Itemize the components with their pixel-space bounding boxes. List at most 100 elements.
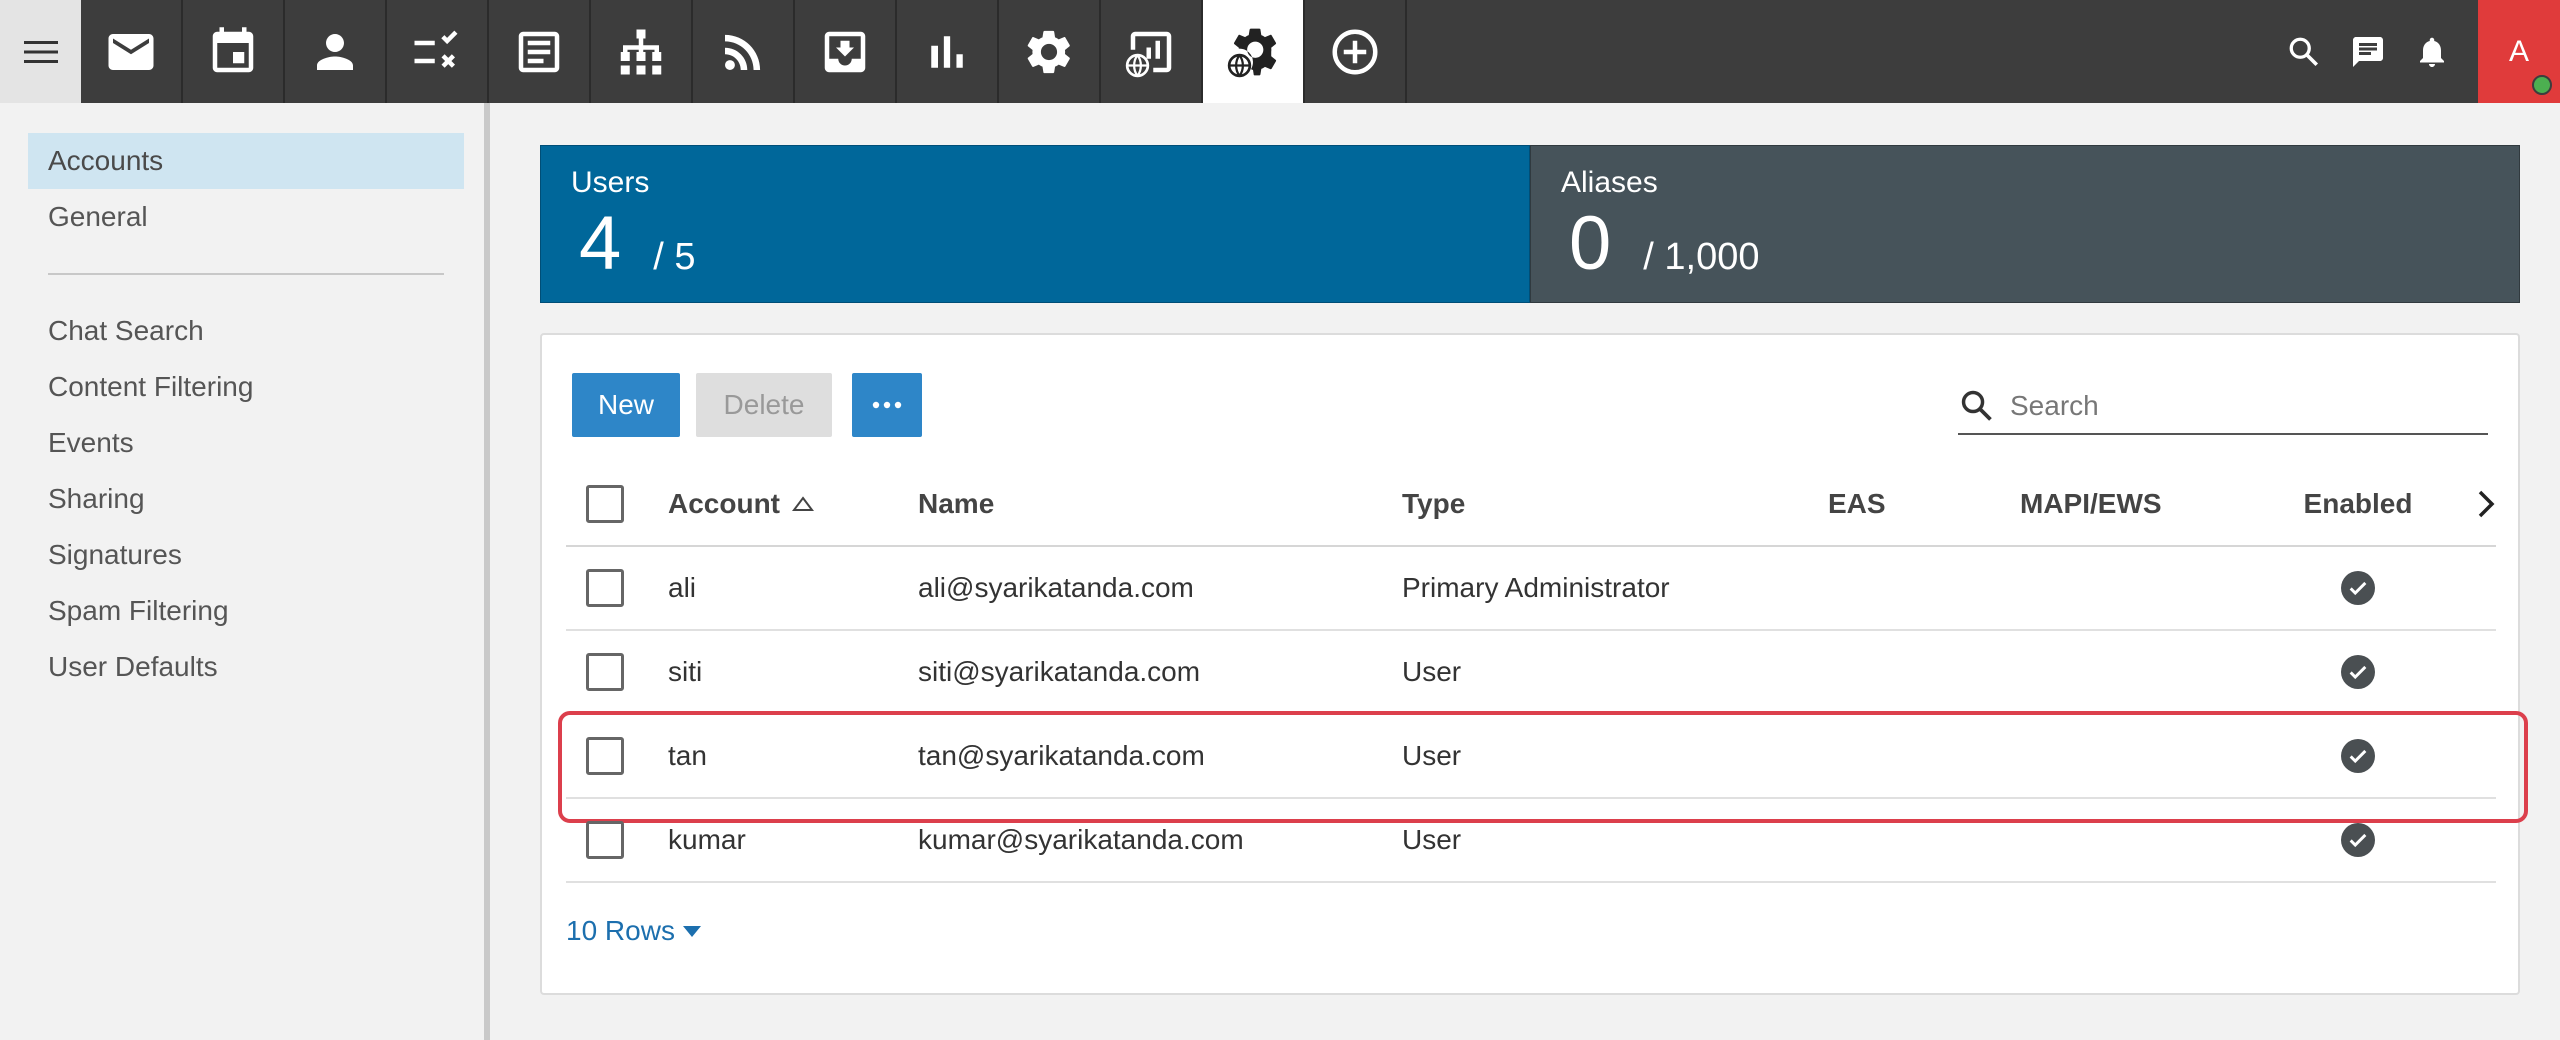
- cell-enabled: [2304, 799, 2412, 881]
- table-row[interactable]: kumar kumar@syarikatanda.com User: [566, 799, 2496, 883]
- sidebar-item-spam-filtering[interactable]: Spam Filtering: [28, 583, 464, 639]
- sidebar-item-general[interactable]: General: [28, 189, 464, 245]
- app-notes[interactable]: [489, 0, 591, 103]
- cell-type: User: [1402, 740, 1462, 771]
- enabled-check-icon: [2341, 823, 2375, 857]
- more-dots-icon: [872, 401, 902, 409]
- accounts-card: New Delete Account Name Type EAS MAPI/EW…: [540, 333, 2528, 995]
- aliases-count: 0: [1569, 201, 1612, 286]
- chevron-right-icon: [2478, 490, 2495, 518]
- new-button[interactable]: New: [572, 373, 680, 437]
- app-switcher: [81, 0, 1407, 103]
- contacts-icon: [317, 33, 353, 70]
- top-bar: A: [0, 0, 2560, 103]
- sort-ascending-icon: [792, 496, 814, 511]
- more-actions-button[interactable]: [852, 373, 922, 437]
- column-account-label: Account: [668, 488, 780, 519]
- more-columns-button[interactable]: [2476, 463, 2496, 545]
- sidebar-item-sharing[interactable]: Sharing: [28, 471, 464, 527]
- caret-down-icon: [682, 925, 701, 937]
- search-icon: [2289, 37, 2319, 66]
- search-icon: [1961, 390, 1992, 421]
- search-input[interactable]: [2010, 390, 2470, 422]
- sidebar-item-signatures[interactable]: Signatures: [28, 527, 464, 583]
- chat-icon: [2353, 36, 2383, 67]
- chat-button[interactable]: [2336, 0, 2400, 103]
- cell-account: tan: [668, 740, 707, 771]
- table-row[interactable]: siti siti@syarikatanda.com User: [566, 631, 2496, 715]
- cell-name: kumar@syarikatanda.com: [918, 824, 1244, 855]
- cell-name: siti@syarikatanda.com: [918, 656, 1201, 687]
- row-checkbox[interactable]: [586, 547, 626, 629]
- cell-account: ali: [668, 572, 697, 603]
- domain-reports-icon: [1125, 31, 1172, 77]
- app-inbox-download[interactable]: [795, 0, 897, 103]
- sidebar-item-events[interactable]: Events: [28, 415, 464, 471]
- app-domain-reports[interactable]: [1101, 0, 1203, 103]
- sidebar-divider: [48, 273, 444, 275]
- notifications-button[interactable]: [2400, 0, 2464, 103]
- cell-name: ali@syarikatanda.com: [918, 572, 1194, 603]
- menu-button[interactable]: [0, 0, 81, 103]
- app-rss[interactable]: [693, 0, 795, 103]
- app-domain-tree[interactable]: [591, 0, 693, 103]
- aliases-tile[interactable]: Aliases 0 / 1,000: [1530, 145, 2520, 303]
- add-circle-icon: [1332, 29, 1378, 74]
- users-limit: / 5: [653, 236, 696, 278]
- column-name[interactable]: Name: [918, 463, 994, 545]
- enabled-check-icon: [2341, 739, 2375, 773]
- inbox-download-icon: [824, 31, 866, 72]
- app-reports[interactable]: [897, 0, 999, 103]
- cell-enabled: [2304, 631, 2412, 713]
- tasks-icon: [414, 30, 458, 68]
- sidebar-item-content-filtering[interactable]: Content Filtering: [28, 359, 464, 415]
- select-all-checkbox[interactable]: [586, 463, 626, 545]
- table-row-highlighted[interactable]: tan tan@syarikatanda.com User: [558, 711, 2528, 823]
- app-domain-settings[interactable]: [1203, 0, 1305, 103]
- top-right-actions: A: [2272, 0, 2560, 103]
- row-checkbox[interactable]: [586, 799, 626, 881]
- domain-settings-icon: [1227, 28, 1277, 77]
- cell-type: Primary Administrator: [1402, 572, 1670, 603]
- column-mapi-ews[interactable]: MAPI/EWS: [2020, 463, 2162, 545]
- delete-button[interactable]: Delete: [696, 373, 832, 437]
- column-eas[interactable]: EAS: [1828, 463, 1886, 545]
- rows-per-page-dropdown[interactable]: 10 Rows: [566, 915, 701, 947]
- row-checkbox[interactable]: [586, 631, 626, 713]
- search-box: [1958, 379, 2488, 435]
- app-mail[interactable]: [81, 0, 183, 103]
- column-enabled[interactable]: Enabled: [2304, 463, 2413, 545]
- sidebar-item-chat-search[interactable]: Chat Search: [28, 303, 464, 359]
- app-add[interactable]: [1305, 0, 1407, 103]
- cell-enabled: [2304, 547, 2412, 629]
- user-avatar[interactable]: A: [2478, 0, 2560, 103]
- mail-icon: [108, 33, 154, 70]
- enabled-check-icon: [2341, 571, 2375, 605]
- rows-per-page-label: 10 Rows: [566, 915, 675, 946]
- calendar-icon: [212, 26, 254, 72]
- app-tasks[interactable]: [387, 0, 489, 103]
- rss-icon: [725, 34, 761, 70]
- sidebar: Accounts General Chat Search Content Fil…: [0, 103, 490, 1040]
- column-account[interactable]: Account: [668, 463, 814, 545]
- cell-account: kumar: [668, 824, 746, 855]
- sidebar-item-user-defaults[interactable]: User Defaults: [28, 639, 464, 695]
- sidebar-item-accounts[interactable]: Accounts: [28, 133, 464, 189]
- enabled-check-icon: [2341, 655, 2375, 689]
- aliases-limit: / 1,000: [1643, 236, 1760, 278]
- users-tile[interactable]: Users 4 / 5: [540, 145, 1530, 303]
- aliases-tile-label: Aliases: [1561, 166, 1658, 199]
- global-search-button[interactable]: [2272, 0, 2336, 103]
- users-tile-label: Users: [571, 166, 650, 199]
- row-checkbox[interactable]: [586, 715, 626, 797]
- cell-enabled: [2304, 715, 2412, 797]
- table-row[interactable]: ali ali@syarikatanda.com Primary Adminis…: [566, 547, 2496, 631]
- table-header: Account Name Type EAS MAPI/EWS Enabled: [566, 463, 2496, 547]
- app-calendar[interactable]: [183, 0, 285, 103]
- app-contacts[interactable]: [285, 0, 387, 103]
- avatar-letter: A: [2508, 34, 2529, 68]
- settings-icon: [1027, 30, 1070, 73]
- app-settings[interactable]: [999, 0, 1101, 103]
- domain-tree-icon: [620, 29, 662, 74]
- column-type[interactable]: Type: [1402, 463, 1465, 545]
